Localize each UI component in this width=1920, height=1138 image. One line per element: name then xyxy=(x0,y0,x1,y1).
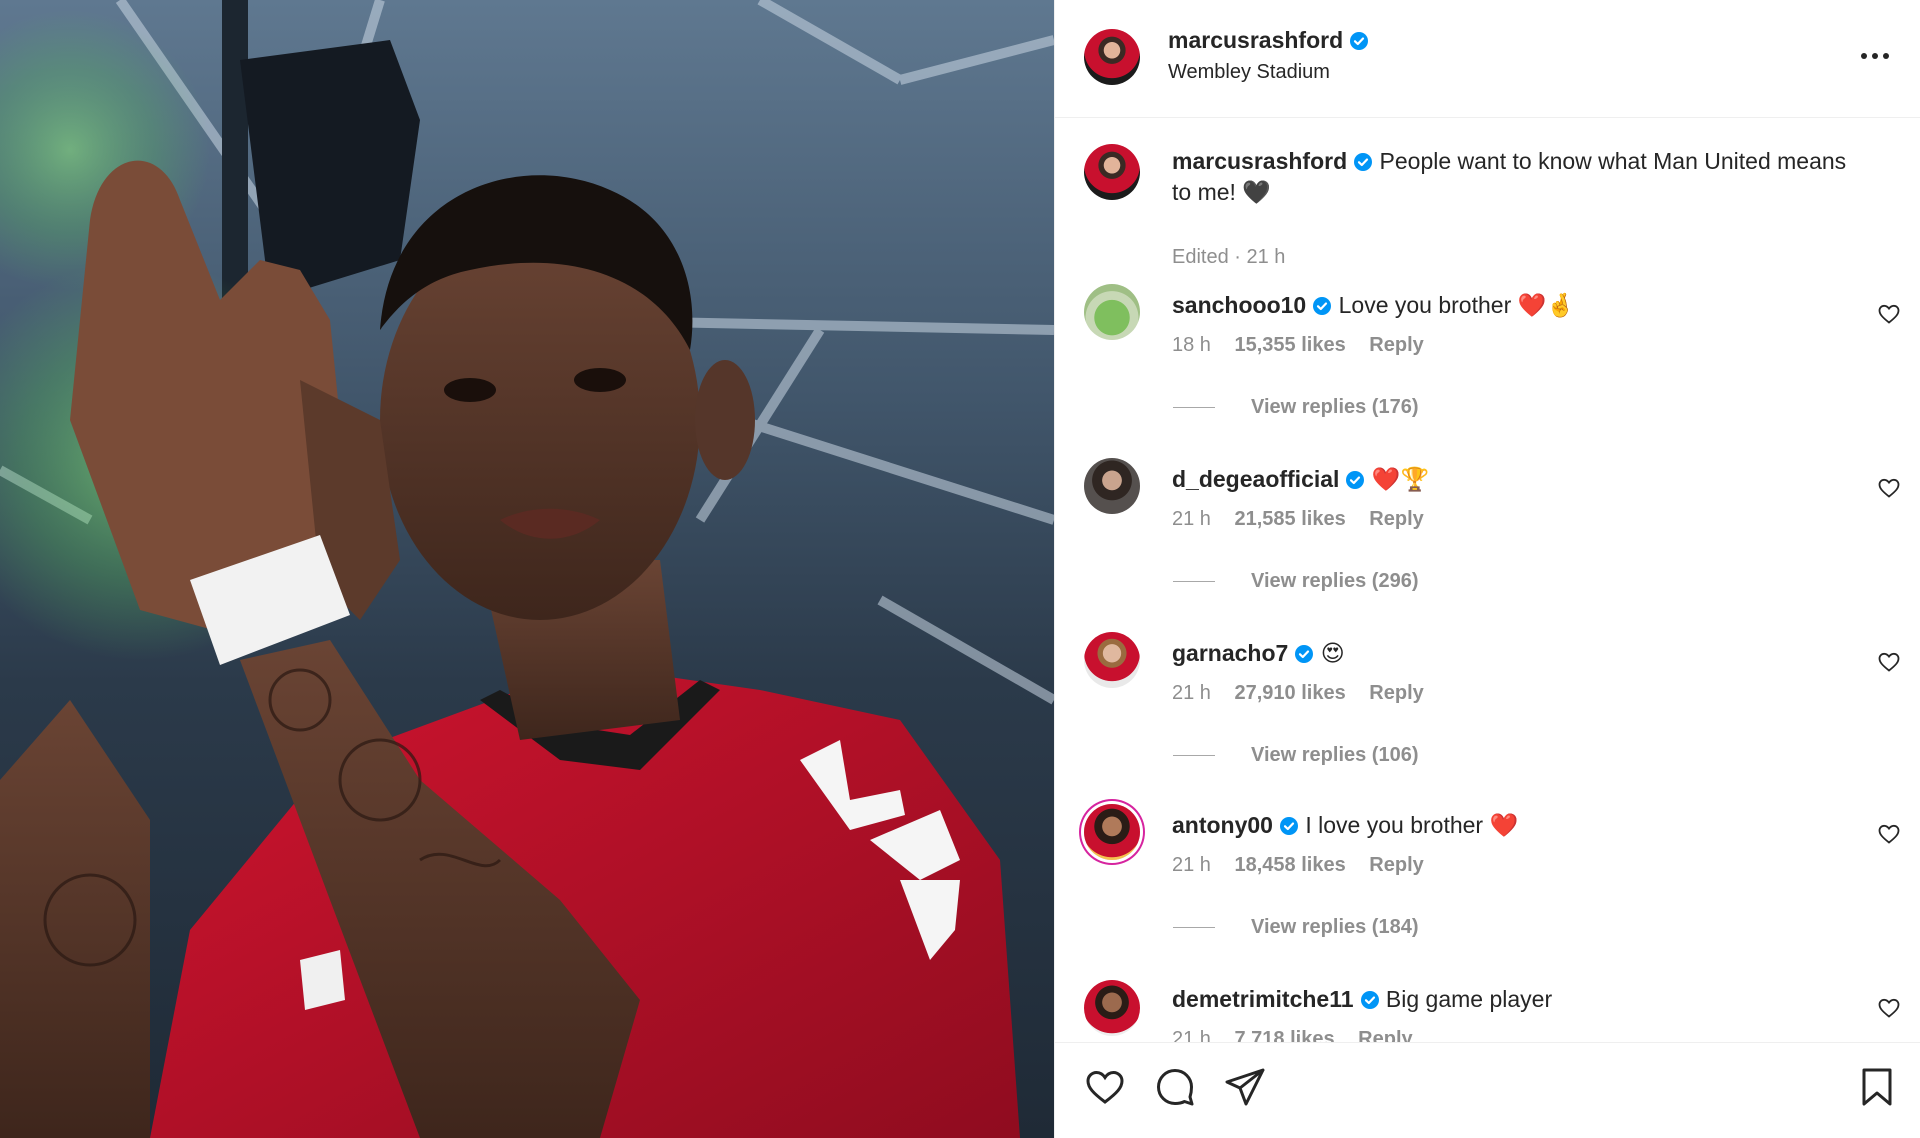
heart-icon[interactable] xyxy=(1877,996,1901,1020)
comment-text: 😍 xyxy=(1320,640,1345,666)
view-replies-label[interactable]: View replies (106) xyxy=(1251,744,1419,766)
view-replies-button[interactable]: View replies (176) xyxy=(1173,396,1419,419)
reply-button[interactable]: Reply xyxy=(1358,1028,1412,1042)
author-username-text[interactable]: marcusrashford xyxy=(1168,27,1343,53)
comment-row: sanchooo10 Love you brother ❤️🤞 18 h 15,… xyxy=(1055,284,1920,454)
comment-icon[interactable] xyxy=(1153,1065,1197,1109)
comment-username[interactable]: sanchooo10 xyxy=(1172,292,1306,318)
comment-time: 18 h xyxy=(1172,334,1211,356)
comment-likes[interactable]: 27,910 likes xyxy=(1235,682,1346,704)
player-photo-illustration xyxy=(0,0,1054,1138)
comment-username[interactable]: antony00 xyxy=(1172,812,1273,838)
comment-meta: 21 h 27,910 likes Reply xyxy=(1172,682,1442,705)
comment-meta: 21 h 21,585 likes Reply xyxy=(1172,508,1442,531)
author-avatar[interactable] xyxy=(1084,29,1140,85)
comment-time: 21 h xyxy=(1172,508,1211,530)
post-detail-panel: marcusrashford Wembley Stadium marcusras… xyxy=(1054,0,1920,1138)
view-replies-label[interactable]: View replies (176) xyxy=(1251,396,1419,418)
comment-row: demetrimitche11 Big game player 21 h 7,7… xyxy=(1055,980,1920,1042)
ear xyxy=(695,360,755,480)
heart-icon[interactable] xyxy=(1877,302,1901,326)
verified-badge-icon xyxy=(1360,991,1379,1009)
eye-left xyxy=(444,378,496,402)
reply-button[interactable]: Reply xyxy=(1369,508,1423,530)
verified-badge-icon xyxy=(1295,645,1314,663)
shirt-stripe xyxy=(300,950,345,1010)
comment-text-block: antony00 I love you brother ❤️ xyxy=(1172,810,1852,841)
view-replies-button[interactable]: View replies (296) xyxy=(1173,570,1419,593)
comment-time: 21 h xyxy=(1172,682,1211,704)
verified-badge-icon xyxy=(1346,471,1365,489)
comment-text-block: d_degeaofficial ❤️🏆 xyxy=(1172,464,1852,495)
verified-badge-icon xyxy=(1279,817,1298,835)
comment-avatar[interactable] xyxy=(1084,632,1140,688)
comment-meta: 18 h 15,355 likes Reply xyxy=(1172,334,1442,357)
comment-row: garnacho7 😍 21 h 27,910 likes Reply View… xyxy=(1055,632,1920,802)
caption-edited: Edited · 21 h xyxy=(1172,246,1286,268)
comment-username[interactable]: demetrimitche11 xyxy=(1172,986,1354,1012)
comment-text-block: garnacho7 😍 xyxy=(1172,638,1852,669)
flag-cloth xyxy=(240,40,420,300)
reply-button[interactable]: Reply xyxy=(1369,682,1423,704)
post-header: marcusrashford Wembley Stadium xyxy=(1055,0,1920,118)
post-location[interactable]: Wembley Stadium xyxy=(1168,61,1330,84)
comment-meta: 21 h 7,718 likes Reply xyxy=(1172,1028,1431,1042)
more-options-icon[interactable] xyxy=(1857,38,1893,74)
comment-meta: 21 h 18,458 likes Reply xyxy=(1172,854,1442,877)
comment-likes[interactable]: 21,585 likes xyxy=(1235,508,1346,530)
bookmark-icon[interactable] xyxy=(1855,1065,1899,1109)
eye-right xyxy=(574,368,626,392)
comment-text-block: demetrimitche11 Big game player xyxy=(1172,984,1852,1015)
comment-avatar-story[interactable] xyxy=(1084,804,1140,860)
comment-time: 21 h xyxy=(1172,854,1211,876)
heart-icon[interactable] xyxy=(1877,650,1901,674)
comment-text-block: sanchooo10 Love you brother ❤️🤞 xyxy=(1172,290,1852,321)
view-replies-button[interactable]: View replies (184) xyxy=(1173,916,1419,939)
share-icon[interactable] xyxy=(1223,1065,1267,1109)
comment-text: ❤️🏆 xyxy=(1371,466,1430,492)
comment-likes[interactable]: 18,458 likes xyxy=(1235,854,1346,876)
heart-icon[interactable] xyxy=(1083,1065,1127,1109)
caption-username[interactable]: marcusrashford xyxy=(1172,148,1347,174)
view-replies-label[interactable]: View replies (296) xyxy=(1251,570,1419,592)
view-replies-button[interactable]: View replies (106) xyxy=(1173,744,1419,767)
comment-avatar[interactable] xyxy=(1084,458,1140,514)
caption-row: marcusrashford People want to know what … xyxy=(1055,144,1920,268)
verified-badge-icon xyxy=(1354,153,1373,171)
post-actions-bar xyxy=(1055,1042,1920,1138)
author-username[interactable]: marcusrashford xyxy=(1168,27,1369,54)
comment-text: I love you brother ❤️ xyxy=(1305,812,1519,838)
replies-divider xyxy=(1173,927,1215,929)
comment-likes[interactable]: 15,355 likes xyxy=(1235,334,1346,356)
comment-avatar[interactable] xyxy=(1084,284,1140,340)
comment-row: d_degeaofficial ❤️🏆 21 h 21,585 likes Re… xyxy=(1055,458,1920,628)
replies-divider xyxy=(1173,755,1215,757)
arm-left xyxy=(0,700,150,1138)
comment-username[interactable]: garnacho7 xyxy=(1172,640,1288,666)
reply-button[interactable]: Reply xyxy=(1369,854,1423,876)
reply-button[interactable]: Reply xyxy=(1369,334,1423,356)
comment-avatar[interactable] xyxy=(1084,980,1140,1036)
comments-list[interactable]: marcusrashford People want to know what … xyxy=(1055,118,1920,1042)
verified-badge-icon xyxy=(1350,32,1369,50)
view-replies-label[interactable]: View replies (184) xyxy=(1251,916,1419,938)
caption-text-block: marcusrashford People want to know what … xyxy=(1172,146,1852,208)
caption-author-avatar[interactable] xyxy=(1084,144,1140,200)
replies-divider xyxy=(1173,581,1215,583)
verified-badge-icon xyxy=(1313,297,1332,315)
comment-text: Big game player xyxy=(1385,986,1553,1012)
comment-likes[interactable]: 7,718 likes xyxy=(1235,1028,1335,1042)
post-photo[interactable] xyxy=(0,0,1054,1138)
comment-text: Love you brother ❤️🤞 xyxy=(1338,292,1575,318)
heart-icon[interactable] xyxy=(1877,822,1901,846)
replies-divider xyxy=(1173,407,1215,409)
comment-username[interactable]: d_degeaofficial xyxy=(1172,466,1339,492)
comment-time: 21 h xyxy=(1172,1028,1211,1042)
heart-icon[interactable] xyxy=(1877,476,1901,500)
comment-row: antony00 I love you brother ❤️ 21 h 18,4… xyxy=(1055,804,1920,974)
